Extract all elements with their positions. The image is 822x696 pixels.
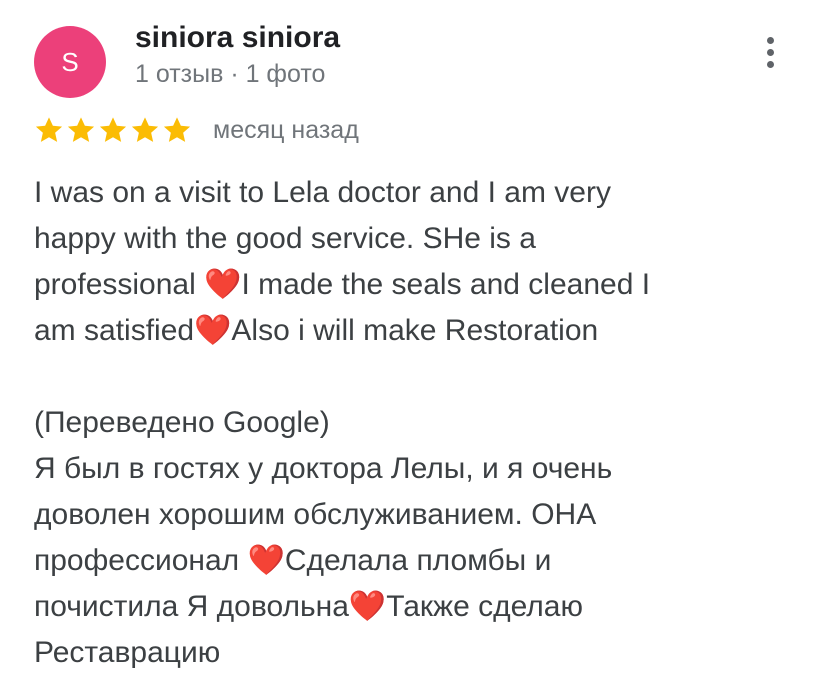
translated-line: Я был в гостях у доктора Лелы, и я очень [34,452,613,485]
translated-line: Реставрацию [34,636,221,669]
translated-label: (Переведено Google) [34,406,330,439]
translated-line: доволен хорошим обслуживанием. ОНА [34,498,597,531]
original-line: happy with the good service. SHe is a [34,222,536,255]
review-card: S siniora siniora 1 отзыв · 1 фото месяц… [0,0,822,696]
more-vert-icon-dot [766,60,774,68]
star-icon [163,117,191,142]
rating-row: месяц назад [33,112,359,148]
more-vert-icon-dot [766,48,774,56]
translated-line: профессионал ❤️Сделала пломбы и [34,544,552,577]
star-rating [33,114,193,146]
avatar-letter: S [61,46,79,77]
translated-line: почистила Я довольна❤️Также сделаю [34,590,583,623]
more-options-button[interactable] [752,32,788,72]
review-date: месяц назад [213,115,359,144]
author-meta: 1 отзыв · 1 фото [135,60,326,88]
star-icon [99,117,127,142]
original-line: professional ❤️I made the seals and clea… [34,268,651,301]
more-vert-icon [766,36,774,44]
star-icon [131,117,159,142]
star-icon [67,117,95,142]
original-line: I was on a visit to Lela doctor and I am… [34,176,611,209]
original-line: am satisfied❤️Also i will make Restorati… [34,314,599,347]
avatar[interactable]: S [34,26,106,98]
author-name[interactable]: siniora siniora [135,21,340,55]
review-text: I was on a visit to Lela doctor and I am… [34,170,764,676]
star-icon [35,117,63,142]
